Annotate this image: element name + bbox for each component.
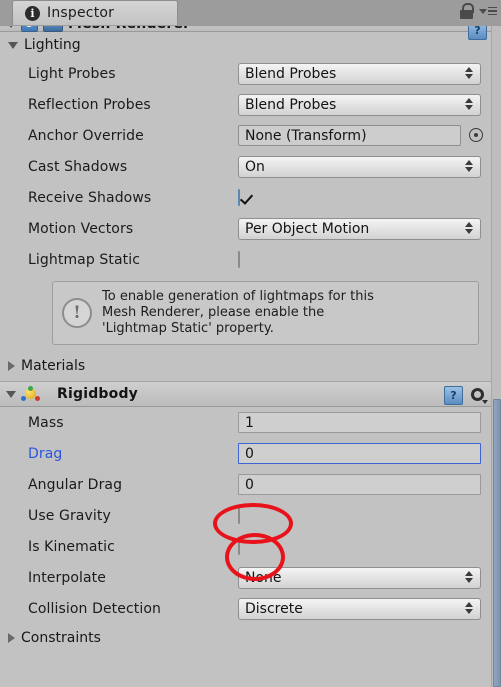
property-label: Collision Detection bbox=[28, 600, 161, 617]
property-interpolate: Interpolate None bbox=[0, 562, 493, 593]
mass-input[interactable]: 1 bbox=[238, 412, 481, 433]
section-constraints[interactable]: Constraints bbox=[0, 624, 493, 652]
property-collision-detection: Collision Detection Discrete bbox=[0, 593, 493, 624]
property-is-kinematic: Is Kinematic bbox=[0, 531, 493, 562]
reflection-probes-dropdown[interactable]: Blend Probes bbox=[238, 93, 481, 116]
angular-drag-input[interactable]: 0 bbox=[238, 474, 481, 495]
section-constraints-label: Constraints bbox=[21, 630, 101, 646]
scrollbar-thumb[interactable] bbox=[493, 399, 501, 687]
chevron-updown-icon bbox=[465, 66, 473, 79]
inspector-window: i Inspector Mesh Renderer ? bbox=[0, 0, 501, 687]
warning-icon: ! bbox=[62, 298, 92, 328]
section-materials[interactable]: Materials bbox=[0, 351, 493, 381]
motion-vectors-dropdown[interactable]: Per Object Motion bbox=[238, 217, 481, 240]
section-materials-label: Materials bbox=[21, 358, 86, 374]
foldout-arrow-icon[interactable] bbox=[6, 390, 16, 398]
property-angular-drag: Angular Drag 0 bbox=[0, 469, 493, 500]
property-label: Anchor Override bbox=[28, 127, 144, 144]
help-book-icon[interactable]: ? bbox=[468, 26, 487, 40]
mesh-renderer-icon bbox=[43, 26, 63, 32]
rigidbody-icon bbox=[21, 385, 40, 403]
anchor-override-object-field[interactable]: None (Transform) bbox=[238, 125, 461, 146]
foldout-arrow-icon[interactable] bbox=[6, 26, 16, 28]
property-anchor-override: Anchor Override None (Transform) bbox=[0, 120, 493, 151]
property-label: Reflection Probes bbox=[28, 96, 151, 113]
section-lighting-label: Lighting bbox=[24, 37, 81, 53]
property-label: Is Kinematic bbox=[28, 538, 115, 555]
component-header-rigidbody[interactable]: Rigidbody ? bbox=[0, 381, 493, 407]
chevron-updown-icon bbox=[465, 570, 473, 583]
reflection-probes-value: Blend Probes bbox=[245, 96, 337, 113]
component-enabled-checkbox[interactable] bbox=[21, 26, 38, 32]
help-line-1: To enable generation of lightmaps for th… bbox=[102, 289, 374, 304]
component-title-mesh-renderer: Mesh Renderer bbox=[68, 26, 190, 32]
inspector-content: Mesh Renderer ? Lighting Light Probes Bl… bbox=[0, 26, 493, 652]
component-header-mesh-renderer[interactable]: Mesh Renderer ? bbox=[0, 26, 493, 40]
property-use-gravity: Use Gravity bbox=[0, 500, 493, 531]
chevron-updown-icon bbox=[465, 221, 473, 234]
section-lighting[interactable]: Lighting bbox=[0, 32, 493, 58]
interpolate-dropdown[interactable]: None bbox=[238, 566, 481, 589]
property-cast-shadows: Cast Shadows On bbox=[0, 151, 493, 182]
property-label: Cast Shadows bbox=[28, 158, 128, 175]
tab-inspector-label: Inspector bbox=[47, 5, 115, 21]
component-title-rigidbody: Rigidbody bbox=[57, 386, 139, 402]
help-line-2: Mesh Renderer, please enable the bbox=[102, 305, 325, 320]
chevron-updown-icon bbox=[465, 159, 473, 172]
chevron-updown-icon bbox=[465, 97, 473, 110]
help-line-3: 'Lightmap Static' property. bbox=[102, 321, 274, 336]
property-label: Angular Drag bbox=[28, 476, 123, 493]
property-drag: Drag 0 bbox=[0, 438, 493, 469]
drag-value: 0 bbox=[245, 445, 254, 462]
menu-icon[interactable] bbox=[479, 6, 497, 16]
light-probes-value: Blend Probes bbox=[245, 65, 337, 82]
lock-icon[interactable] bbox=[460, 3, 474, 19]
property-mass: Mass 1 bbox=[0, 407, 493, 438]
lightmap-help-text: To enable generation of lightmaps for th… bbox=[102, 289, 374, 337]
interpolate-value: None bbox=[245, 569, 282, 586]
motion-vectors-value: Per Object Motion bbox=[245, 220, 370, 237]
use-gravity-checkbox[interactable] bbox=[238, 507, 240, 524]
help-book-icon[interactable]: ? bbox=[444, 386, 463, 405]
cast-shadows-value: On bbox=[245, 158, 265, 175]
property-label: Interpolate bbox=[28, 569, 106, 586]
info-icon: i bbox=[25, 5, 40, 21]
foldout-arrow-icon[interactable] bbox=[8, 633, 15, 643]
property-motion-vectors: Motion Vectors Per Object Motion bbox=[0, 213, 493, 244]
vertical-scrollbar[interactable] bbox=[491, 26, 501, 687]
chevron-updown-icon bbox=[465, 601, 473, 614]
receive-shadows-checkbox[interactable] bbox=[238, 189, 240, 206]
anchor-override-value: None (Transform) bbox=[245, 127, 367, 144]
foldout-arrow-icon[interactable] bbox=[8, 361, 15, 371]
tab-inspector[interactable]: i Inspector bbox=[12, 0, 178, 25]
property-light-probes: Light Probes Blend Probes bbox=[0, 58, 493, 89]
angular-drag-value: 0 bbox=[245, 476, 254, 493]
lightmap-help-box: ! To enable generation of lightmaps for … bbox=[52, 281, 479, 345]
collision-detection-dropdown[interactable]: Discrete bbox=[238, 597, 481, 620]
topbar-actions bbox=[460, 3, 497, 19]
lightmap-static-checkbox[interactable] bbox=[238, 251, 240, 268]
property-label: Mass bbox=[28, 414, 64, 431]
foldout-arrow-icon[interactable] bbox=[8, 41, 18, 49]
object-picker-icon[interactable] bbox=[468, 127, 485, 144]
property-label: Drag bbox=[28, 445, 63, 462]
property-label: Motion Vectors bbox=[28, 220, 134, 237]
drag-input[interactable]: 0 bbox=[238, 443, 481, 464]
property-reflection-probes: Reflection Probes Blend Probes bbox=[0, 89, 493, 120]
property-receive-shadows: Receive Shadows bbox=[0, 182, 493, 213]
light-probes-dropdown[interactable]: Blend Probes bbox=[238, 62, 481, 85]
window-topbar: i Inspector bbox=[0, 0, 501, 27]
property-label: Receive Shadows bbox=[28, 189, 152, 206]
property-lightmap-static: Lightmap Static bbox=[0, 244, 493, 275]
cast-shadows-dropdown[interactable]: On bbox=[238, 155, 481, 178]
collision-detection-value: Discrete bbox=[245, 600, 303, 617]
property-label: Use Gravity bbox=[28, 507, 111, 524]
inspector-scroll-area: Mesh Renderer ? Lighting Light Probes Bl… bbox=[0, 26, 501, 687]
property-label: Light Probes bbox=[28, 65, 116, 82]
gear-icon[interactable] bbox=[470, 387, 488, 404]
mass-value: 1 bbox=[245, 414, 254, 431]
is-kinematic-checkbox[interactable] bbox=[238, 538, 240, 555]
property-label: Lightmap Static bbox=[28, 251, 141, 268]
